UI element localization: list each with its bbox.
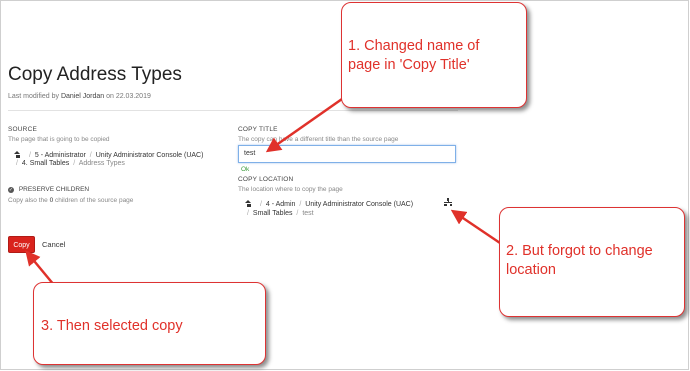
annotation-callout-3: 3. Then selected copy: [33, 282, 266, 365]
arrow-to-copy: [25, 250, 55, 286]
arrow-to-title: [265, 97, 343, 153]
annotation-callout-2: 2. But forgot to change location: [499, 207, 685, 317]
annotation-callout-1: 1. Changed name of page in 'Copy Title': [341, 2, 527, 108]
arrow-to-location: [450, 209, 501, 245]
